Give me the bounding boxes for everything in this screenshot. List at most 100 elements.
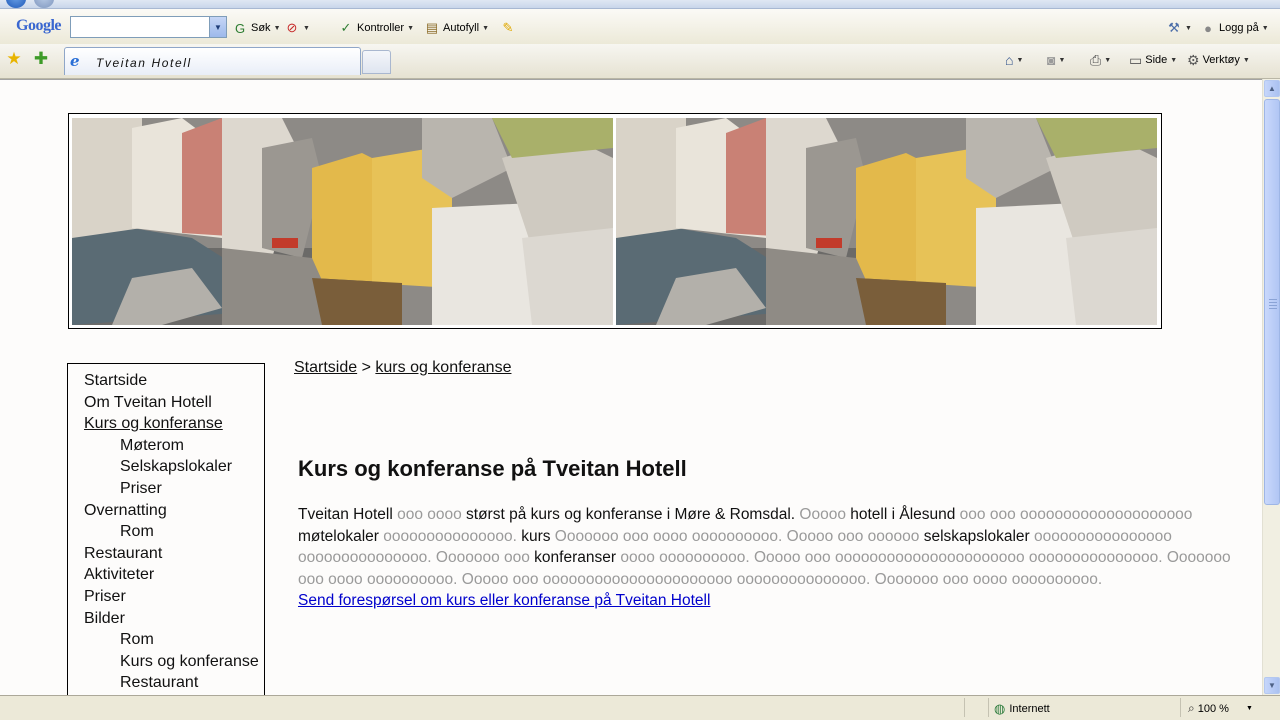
- page-viewport: Startside Om Tveitan Hotell Kurs og konfer…: [0, 79, 1262, 696]
- tab-bar: ★ ✚ e Tveitan Hotell: [0, 44, 1280, 79]
- send-request-link[interactable]: Send forespørsel om kurs eller konferans…: [298, 592, 710, 609]
- google-search-button[interactable]: G Søk ▼: [232, 19, 281, 37]
- tools-menu-button[interactable]: ⚙ Verktøy ▼: [1187, 51, 1250, 69]
- intro-paragraph: Tveitan Hotell ooo oooo størst på kurs o…: [298, 504, 1238, 590]
- page-menu-label: Side: [1145, 54, 1168, 66]
- autofill-label: Autofyll: [443, 22, 480, 34]
- breadcrumb-current-link[interactable]: kurs og konferanse: [375, 359, 511, 376]
- security-zone-label: Internett: [1009, 703, 1050, 715]
- paragraph-text: konferanser: [534, 549, 617, 567]
- nav-item[interactable]: Kurs og konferanse: [84, 651, 264, 673]
- login-label: Logg på: [1219, 22, 1259, 34]
- placeholder-text: Ooooo: [795, 506, 851, 523]
- paragraph-text: selskapslokaler: [923, 527, 1030, 545]
- content-body: Tveitan Hotell ooo oooo størst på kurs o…: [298, 504, 1238, 612]
- status-bar: ◍ Internett ⌕ 100 % ▼: [0, 695, 1280, 720]
- google-search-input[interactable]: ▼: [70, 16, 227, 38]
- placeholder-text: ooo oooo: [392, 506, 467, 523]
- nav-item[interactable]: Overnatting: [84, 500, 264, 522]
- google-logo: Google: [16, 17, 62, 35]
- settings-wrench-button[interactable]: ⚒ ▼: [1166, 19, 1192, 37]
- spellcheck-button[interactable]: ✓ Kontroller ▼: [338, 19, 414, 37]
- favorites-star-icon[interactable]: ★: [5, 49, 23, 68]
- tools-menu-label: Verktøy: [1202, 54, 1240, 66]
- tab-title: Tveitan Hotell: [96, 56, 192, 70]
- home-button[interactable]: ⌂ ▼: [1005, 51, 1023, 69]
- nav-item[interactable]: Priser: [84, 586, 264, 608]
- popup-blocker-button[interactable]: ⊘ ▼: [284, 19, 310, 37]
- google-toolbar: Google ▼ G Søk ▼ ⊘ ▼ ✓ Kontroller ▼ ▤ Au…: [0, 9, 1280, 45]
- nav-item[interactable]: Restaurant: [84, 543, 264, 565]
- placeholder-text: Ooooooo ooo oooo oooooooooo. Ooooo ooo o…: [550, 527, 924, 545]
- site-navigation-menu: Startside Om Tveitan Hotell Kurs og konfer…: [67, 363, 265, 696]
- autofill-icon: ▤: [425, 20, 439, 35]
- page-icon: ▭: [1129, 51, 1143, 68]
- nav-item[interactable]: Bilder: [84, 608, 264, 630]
- google-g-icon: G: [234, 20, 246, 36]
- highlighter-icon: ✎: [502, 20, 514, 35]
- zoom-control[interactable]: ⌕ 100 % ▼: [1188, 701, 1253, 716]
- zoom-magnifier-icon: ⌕: [1188, 701, 1195, 715]
- chevron-down-icon: ▼: [1242, 56, 1250, 64]
- print-button[interactable]: ⎙ ▼: [1090, 51, 1111, 69]
- chevron-down-icon: ▼: [1261, 24, 1269, 32]
- nav-item[interactable]: Rom: [84, 629, 264, 651]
- back-icon[interactable]: [6, 0, 26, 8]
- placeholder-text: ooo ooo oooooooooooooooooooo: [955, 506, 1193, 523]
- breadcrumb-separator: >: [361, 359, 371, 376]
- chevron-down-icon: ▼: [1104, 56, 1112, 64]
- spellcheck-label: Kontroller: [357, 22, 405, 34]
- wrench-icon: ⚒: [1168, 20, 1180, 35]
- nav-item[interactable]: Startside: [84, 370, 264, 392]
- nav-item[interactable]: Rom: [84, 521, 264, 543]
- nav-item[interactable]: Aktiviteter: [84, 564, 264, 586]
- zoom-level: 100 %: [1197, 702, 1229, 715]
- chevron-down-icon: ▼: [1245, 705, 1253, 712]
- breadcrumb: Startside > kurs og konferanse: [294, 359, 511, 377]
- tab-tveitan-hotell[interactable]: e Tveitan Hotell: [64, 47, 361, 75]
- header-banner: [68, 113, 1162, 329]
- page-title: Kurs og konferanse på Tveitan Hotell: [298, 456, 687, 481]
- chevron-down-icon: ▼: [482, 24, 490, 32]
- nav-list: Startside Om Tveitan Hotell Kurs og konfer…: [68, 364, 264, 694]
- chevron-down-icon: ▼: [303, 24, 310, 32]
- paragraph-text: hotell i Ålesund: [850, 506, 956, 523]
- nav-item[interactable]: Priser: [84, 478, 264, 500]
- page-menu-button[interactable]: ▭ Side ▼: [1129, 51, 1177, 69]
- paragraph-text: størst på kurs og konferanse i Møre & Ro…: [466, 506, 796, 523]
- add-favorite-icon[interactable]: ✚: [32, 49, 50, 68]
- vertical-scrollbar[interactable]: ▲ ▼: [1262, 79, 1280, 695]
- highlight-button[interactable]: ✎: [500, 19, 516, 37]
- rss-feed-icon: ◙: [1047, 52, 1056, 68]
- new-tab-button[interactable]: [362, 50, 391, 74]
- forward-icon[interactable]: [34, 0, 54, 8]
- gear-icon: ⚙: [1187, 51, 1200, 68]
- scroll-up-arrow-icon[interactable]: ▲: [1264, 80, 1280, 97]
- popup-blocked-icon: ⊘: [286, 20, 298, 35]
- printer-icon: ⎙: [1090, 51, 1102, 68]
- chevron-down-icon: ▼: [1016, 56, 1024, 64]
- breadcrumb-home-link[interactable]: Startside: [294, 359, 357, 376]
- alesund-photo-left: [72, 118, 613, 325]
- google-logo-text: Google: [16, 17, 62, 34]
- nav-item[interactable]: Restaurant: [84, 672, 264, 694]
- spellcheck-icon: ✓: [340, 20, 352, 35]
- nav-item[interactable]: Om Tveitan Hotell: [84, 392, 264, 414]
- address-bar-strip: [0, 0, 1280, 9]
- scroll-down-arrow-icon[interactable]: ▼: [1264, 677, 1280, 694]
- nav-item[interactable]: Selskapslokaler: [84, 456, 264, 478]
- nav-item[interactable]: Kurs og konferanse: [84, 413, 264, 435]
- google-search-label: Søk: [251, 22, 271, 34]
- scrollbar-thumb[interactable]: [1264, 99, 1280, 505]
- feeds-button[interactable]: ◙ ▼: [1047, 51, 1065, 69]
- chevron-down-icon: ▼: [1185, 24, 1192, 32]
- nav-item[interactable]: Møterom: [84, 435, 264, 457]
- user-circle-icon: ●: [1204, 20, 1212, 36]
- alesund-photo-right: [616, 118, 1157, 325]
- login-button[interactable]: ● Logg på ▼: [1200, 19, 1269, 37]
- search-dropdown-arrow-icon[interactable]: ▼: [209, 17, 226, 37]
- paragraph-text: kurs: [521, 527, 551, 545]
- autofill-button[interactable]: ▤ Autofyll ▼: [424, 19, 489, 37]
- paragraph-text: Tveitan Hotell: [298, 506, 393, 523]
- chevron-down-icon: ▼: [273, 24, 281, 32]
